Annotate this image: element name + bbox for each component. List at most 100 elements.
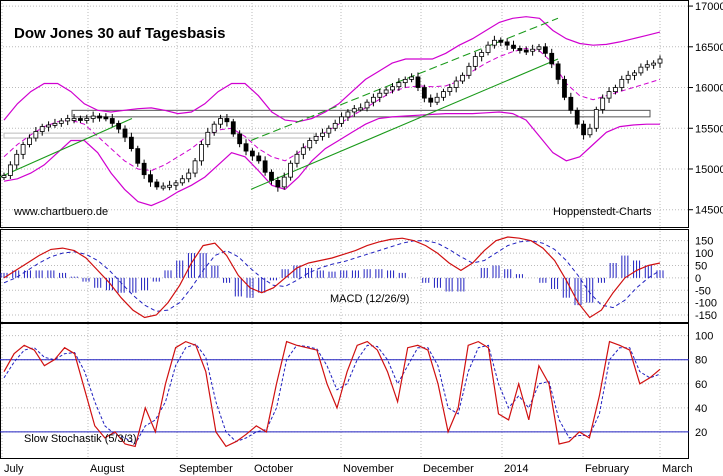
candle-body [581,123,586,136]
candle-body [186,172,192,180]
candle-body [320,132,325,137]
candle-body [402,78,408,84]
candle-body [97,115,102,119]
candle-body [390,86,395,91]
candle-body [600,97,606,110]
candle-body [122,128,128,138]
candle-body [377,92,383,98]
macd-tick-label: -50 [695,285,711,297]
candle-body [370,96,376,103]
price-tick-label: 17000 [695,1,723,13]
candle-body [141,162,147,176]
macd-tick-label: -100 [695,298,717,310]
candle-body [288,162,294,178]
moving-average-line [3,47,661,172]
candle-body [332,122,338,129]
candle-body [84,118,90,121]
candle-body [218,118,223,125]
candle-body [300,147,306,155]
candle-body [173,182,179,186]
stoch-tick-label: 100 [695,331,713,343]
candle-body [504,41,510,46]
chart-title: Dow Jones 30 auf Tagesbasis [14,25,225,42]
candle-body [441,91,446,98]
macd-tick-label: 100 [695,248,713,260]
candle-body [1,175,7,178]
candle-body [7,164,13,176]
price-tick-label: 15000 [695,164,723,176]
candle-body [345,111,351,118]
candle-body [428,97,434,103]
month-label: December [423,463,474,475]
candle-body [243,143,249,152]
candle-body [27,137,32,145]
candle-body [116,122,122,130]
macd-tick-label: 150 [695,236,713,248]
candle-body [167,184,172,188]
candle-body [313,135,319,141]
macd-panel: MACD (12/26/9) 150100500-50-100-150 [0,229,717,323]
candle-body [530,48,536,52]
month-label: August [90,463,124,475]
candle-body [65,118,71,122]
candle-body [492,39,497,46]
candle-body [20,144,26,155]
candle-body [148,174,153,183]
candle-body [262,160,268,173]
candle-body [39,126,45,132]
candle-body [479,52,485,57]
candle-body [447,87,453,93]
chart-canvas: Dow Jones 30 auf Tagesbasis www.chartbue… [0,0,723,475]
month-label: November [343,463,394,475]
candle-body [205,131,211,145]
candle-body [249,150,255,157]
candle-body [657,58,663,64]
candle-body [619,78,625,88]
candle-body [14,153,20,166]
candle-body [179,178,185,184]
candle-body [498,39,504,43]
stoch-tick-label: 40 [695,403,707,415]
candle-body [281,176,287,188]
month-label: 2014 [504,463,528,475]
candle-body [230,121,236,135]
candle-body [71,118,77,121]
candle-body [339,116,344,124]
candle-body [638,66,644,74]
candle-body [78,118,83,121]
candle-body [128,136,134,150]
stoch-panel: Slow Stochastik (5/3/3) 100 80 60 40 20 [0,323,713,459]
candle-body [33,131,39,139]
candle-body [472,56,478,67]
candle-body [154,181,160,188]
candle-body [542,46,548,54]
candle-body [224,118,230,123]
candle-body [549,52,555,65]
candle-body [211,123,217,133]
candle-body [358,107,364,111]
price-tick-label: 16500 [695,42,723,54]
stoch-tick-label: 20 [695,427,707,439]
candle-body [632,72,637,76]
bollinger-lower-line [3,111,660,207]
price-y-axis: 14500 15000 15500 16000 16500 17000 [689,1,723,217]
candle-body [460,74,465,82]
source-right-label: Hoppenstedt-Charts [553,206,652,218]
trend-channel-line [0,117,133,178]
x-axis-months: July August September October November Decemb… [4,463,693,475]
candle-body [415,76,421,88]
macd-tick-label: -150 [695,310,717,322]
candle-body [409,76,415,80]
candle-body [555,63,561,80]
month-label: March [662,463,693,475]
candle-body [52,122,58,126]
macd-tick-label: 0 [695,273,701,285]
candle-body [625,74,631,80]
month-label: October [254,463,293,475]
candle-body [421,87,427,99]
candle-body [587,127,593,136]
macd-tick-label: 50 [695,260,707,272]
price-tick-label: 14500 [695,205,723,217]
candle-body [326,127,332,134]
stoch-d-line [3,343,661,445]
